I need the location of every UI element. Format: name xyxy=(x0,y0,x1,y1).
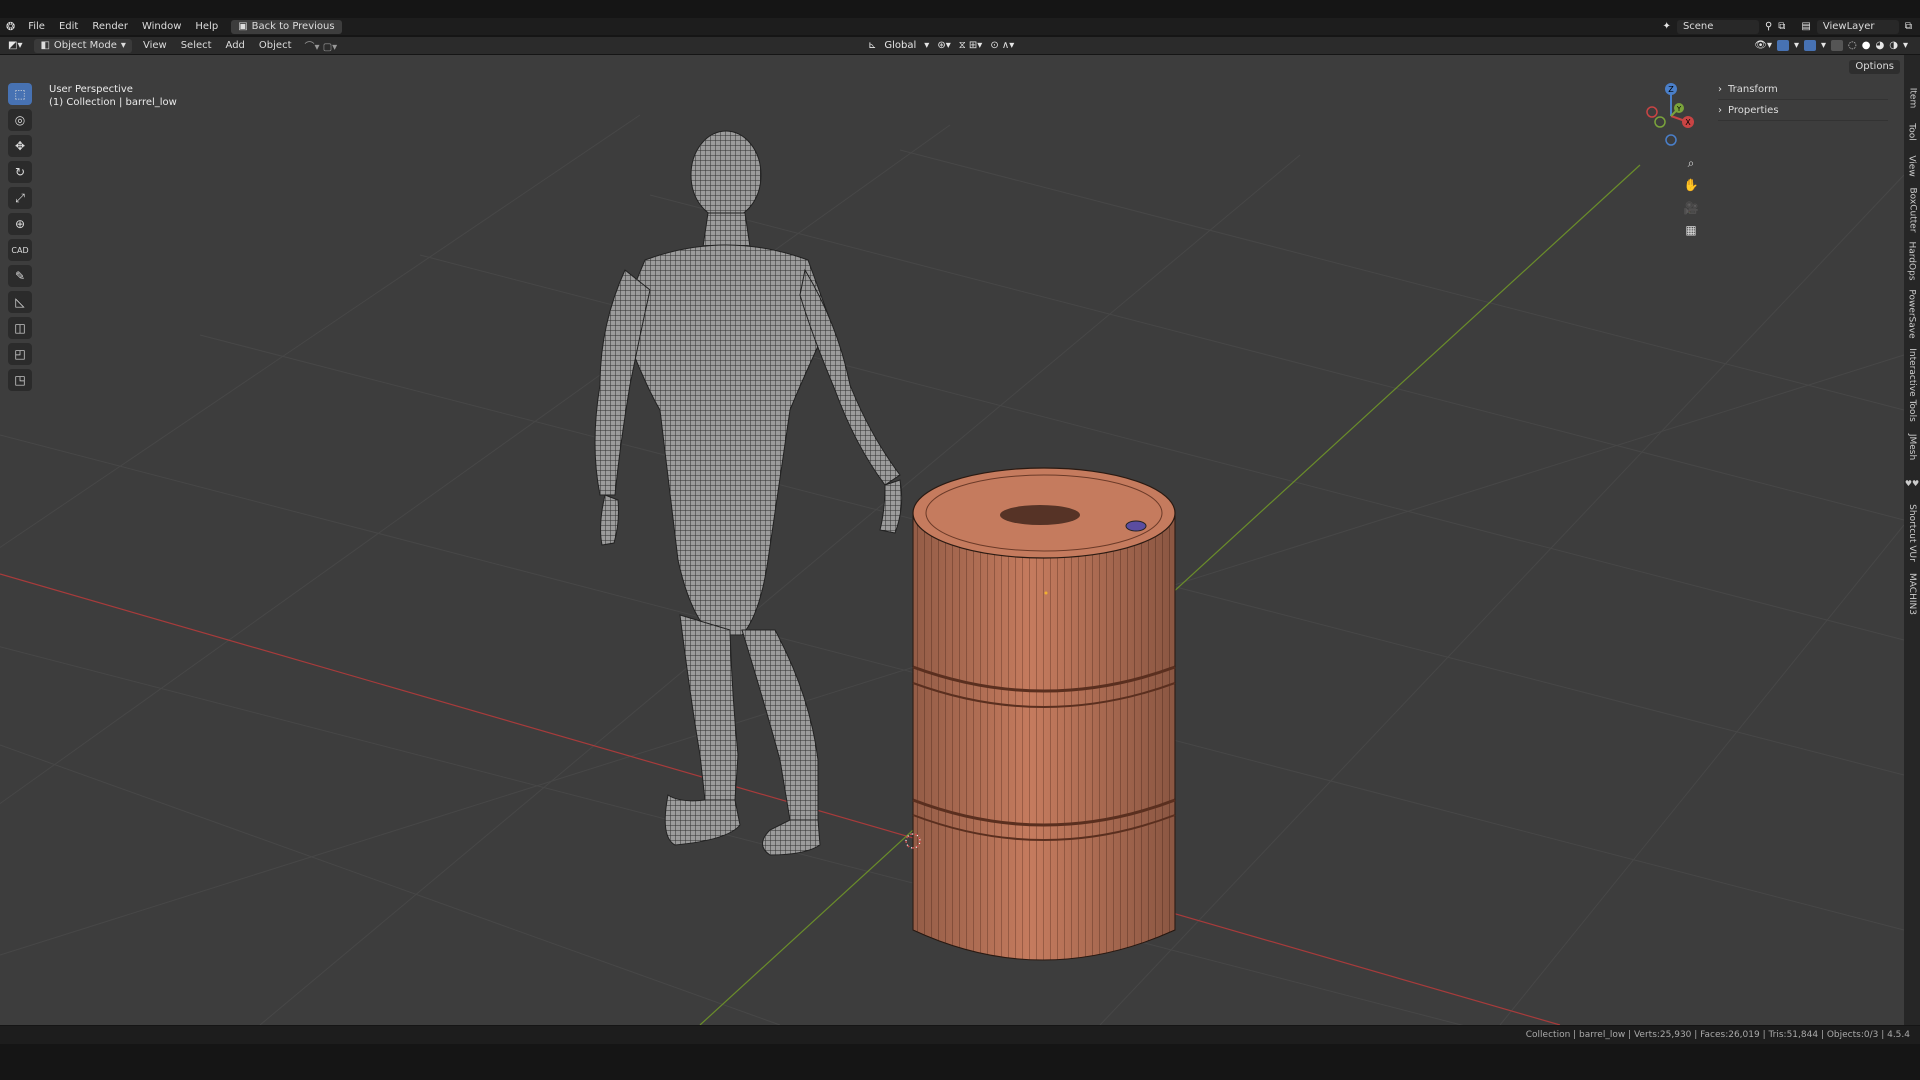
scene-statistics: Collection | barrel_low | Verts:25,930 |… xyxy=(1525,1030,1910,1040)
menu-file[interactable]: File xyxy=(21,18,52,35)
camera-icon[interactable]: 🎥 xyxy=(1680,198,1702,218)
topbar-right: ✦ Scene ⚲ ⧉ ▤ ViewLayer ⧉ xyxy=(1663,18,1912,35)
chevron-down-icon: ▾ xyxy=(1821,40,1827,51)
tab-interactive-tools[interactable]: Interactive Tools xyxy=(1904,345,1920,425)
tab-shortcut-vur[interactable]: Shortcut VUr xyxy=(1904,501,1920,565)
gizmo-y-label: Y xyxy=(1676,105,1682,113)
chevron-down-icon: ▾ xyxy=(1793,40,1799,51)
menu-select[interactable]: Select xyxy=(174,37,219,54)
blender-logo-icon[interactable]: ❂ xyxy=(0,20,21,33)
transform-icon[interactable]: ⊕ xyxy=(8,213,32,235)
tab-boxcutter[interactable]: BoxCutter xyxy=(1904,185,1920,235)
scene-svg xyxy=(0,114,1904,1025)
gizmo-z-label: Z xyxy=(1668,85,1674,94)
sculpt-icon[interactable]: ◳ xyxy=(8,369,32,391)
tab-hardops[interactable]: HardOps xyxy=(1904,239,1920,283)
pan-hand-icon[interactable]: ✋ xyxy=(1680,175,1702,195)
pin-icon[interactable]: ⚲ xyxy=(1765,21,1772,32)
viewport-hud: User Perspective (1) Collection | barrel… xyxy=(49,83,177,109)
snap-icon[interactable]: ⧖ ⊞▾ xyxy=(959,40,983,51)
rotate-icon[interactable]: ↻ xyxy=(8,161,32,183)
tab-item[interactable]: Item xyxy=(1904,83,1920,113)
tab-tool[interactable]: Tool xyxy=(1904,117,1920,147)
cad-icon[interactable]: CAD xyxy=(8,239,32,261)
wireframe-shading-icon[interactable]: ◌ xyxy=(1848,40,1857,51)
properties-label: Properties xyxy=(1728,104,1779,116)
editor-type-icon[interactable]: ◩▾ xyxy=(0,40,30,51)
barrel-model xyxy=(912,467,1176,961)
solid-shading-icon[interactable]: ● xyxy=(1862,40,1871,51)
viewport-header: ◩▾ ◧ Object Mode ▾ View Select Add Objec… xyxy=(0,37,1920,54)
screen-icon: ▣ xyxy=(238,20,248,32)
transform-panel-header[interactable]: › Transform xyxy=(1718,79,1888,100)
gizmo-toggle-icon[interactable] xyxy=(1776,40,1789,51)
new-scene-icon[interactable]: ⧉ xyxy=(1778,21,1785,32)
menu-help[interactable]: Help xyxy=(188,18,225,35)
move-icon[interactable]: ✥ xyxy=(8,135,32,157)
tab-powersave[interactable]: PowerSave xyxy=(1904,287,1920,341)
proportional-edit-icon[interactable]: ⊙ ∧▾ xyxy=(990,40,1014,51)
bevel-icon[interactable]: ◰ xyxy=(8,343,32,365)
orientation-dropdown[interactable]: Global xyxy=(884,40,916,51)
menu-render[interactable]: Render xyxy=(85,18,135,35)
snap-toggle-icon[interactable]: ⌒▾ ▢▾ xyxy=(299,38,344,53)
chevron-right-icon: › xyxy=(1718,83,1722,95)
orientation-icon: ⊾ xyxy=(868,40,877,51)
navigation-gizmo[interactable]: Z X Y xyxy=(1640,80,1700,150)
grid-icon[interactable]: ▦ xyxy=(1680,220,1702,240)
rendered-shading-icon[interactable]: ◑ xyxy=(1889,40,1898,51)
chevron-right-icon: › xyxy=(1718,104,1722,116)
menu-add[interactable]: Add xyxy=(219,37,252,54)
menu-edit[interactable]: Edit xyxy=(52,18,85,35)
back-to-previous-label: Back to Previous xyxy=(251,20,335,32)
n-panel: › Transform › Properties xyxy=(1718,79,1888,121)
object-mode-dropdown[interactable]: ◧ Object Mode ▾ xyxy=(34,38,132,53)
layers-icon: ▤ xyxy=(1801,21,1811,32)
zoom-icon[interactable]: ⌕ xyxy=(1680,153,1702,173)
annotate-icon[interactable]: ✎ xyxy=(8,265,32,287)
xray-toggle-icon[interactable] xyxy=(1831,40,1844,51)
visibility-icon[interactable]: 👁▾ xyxy=(1754,40,1772,51)
mode-icon: ◧ xyxy=(40,39,50,51)
options-dropdown[interactable]: Options xyxy=(1849,60,1900,74)
chevron-down-icon: ▾ xyxy=(120,39,126,51)
menu-window[interactable]: Window xyxy=(135,18,188,35)
measure-icon[interactable]: ◺ xyxy=(8,291,32,313)
status-bar: Collection | barrel_low | Verts:25,930 |… xyxy=(0,1026,1920,1044)
new-view-layer-icon[interactable]: ⧉ xyxy=(1905,21,1912,32)
top-menu-bar: ❂ File Edit Render Window Help ▣ Back to… xyxy=(0,18,1920,35)
header-center: ⊾ Global ▾ ⊛▾ ⧖ ⊞▾ ⊙ ∧▾ xyxy=(868,37,1014,54)
properties-panel-header[interactable]: › Properties xyxy=(1718,100,1888,121)
select-box-icon[interactable]: ⬚ xyxy=(8,83,32,105)
chevron-down-icon: ▾ xyxy=(924,40,930,51)
tab-jmesh[interactable]: JMesh xyxy=(1904,429,1920,465)
gizmo-x-label: X xyxy=(1685,118,1691,127)
scene-selector[interactable]: Scene xyxy=(1676,19,1759,34)
mode-label: Object Mode xyxy=(53,39,117,51)
cursor-icon[interactable]: ◎ xyxy=(8,109,32,131)
transform-label: Transform xyxy=(1728,83,1778,95)
view-layer-selector[interactable]: ViewLayer xyxy=(1816,19,1899,34)
tab-view[interactable]: View xyxy=(1904,151,1920,181)
perspective-label: User Perspective xyxy=(49,84,133,95)
tab-hearts-icon[interactable]: ♥♥ xyxy=(1904,469,1920,497)
material-shading-icon[interactable]: ◕ xyxy=(1876,40,1885,51)
chevron-down-icon: ▾ xyxy=(1902,40,1908,51)
pivot-icon[interactable]: ⊛▾ xyxy=(937,40,950,51)
menu-object[interactable]: Object xyxy=(252,37,299,54)
human-model xyxy=(594,130,903,856)
toolbar: ⬚ ◎ ✥ ↻ ⤢ ⊕ CAD ✎ ◺ ◫ ◰ ◳ xyxy=(8,83,32,391)
scene-icon: ✦ xyxy=(1662,21,1671,32)
menu-view[interactable]: View xyxy=(136,37,174,54)
back-to-previous-button[interactable]: ▣ Back to Previous xyxy=(231,19,342,34)
add-cube-icon[interactable]: ◫ xyxy=(8,317,32,339)
3d-viewport[interactable]: User Perspective (1) Collection | barrel… xyxy=(0,55,1904,1025)
collection-label: (1) Collection | barrel_low xyxy=(49,97,177,108)
scale-icon[interactable]: ⤢ xyxy=(8,187,32,209)
tab-machin3[interactable]: MACHIN3 xyxy=(1904,569,1920,619)
sidebar-tabs: Item Tool View BoxCutter HardOps PowerSa… xyxy=(1904,55,1920,1025)
overlay-toggle-icon[interactable] xyxy=(1804,40,1816,51)
header-right: 👁▾ ▾ ▾ ◌ ● ◕ ◑ ▾ xyxy=(1754,37,1908,54)
